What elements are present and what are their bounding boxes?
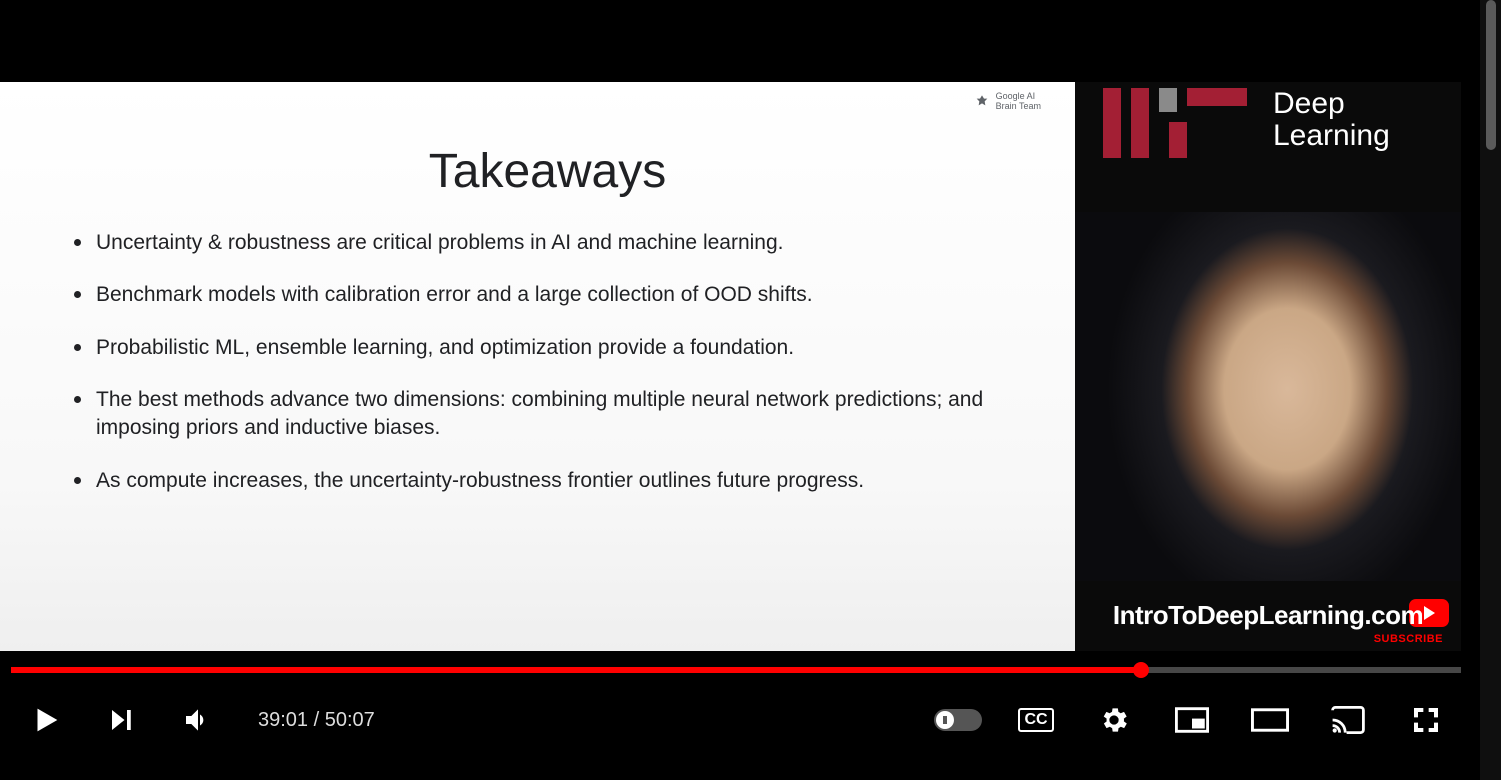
settings-button[interactable] (1090, 696, 1138, 744)
speaker-webcam-panel: Deep Learning IntroToDeepLearning.com SU… (1075, 82, 1461, 651)
miniplayer-icon (1175, 706, 1209, 734)
captions-button[interactable]: CC (1012, 696, 1060, 744)
slide-brand-header: Google AI Brain Team (974, 92, 1041, 112)
theater-icon (1251, 707, 1289, 733)
video-frame[interactable]: Google AI Brain Team Takeaways Uncertain… (0, 82, 1461, 651)
page-scrollbar-thumb[interactable] (1486, 0, 1496, 150)
seek-bar[interactable] (11, 667, 1461, 673)
mit-logo-icon (1103, 88, 1247, 158)
list-item: As compute increases, the uncertainty-ro… (74, 467, 1035, 495)
google-ai-icon (974, 94, 990, 110)
next-icon (107, 705, 137, 735)
slide-header-line2: Brain Team (996, 102, 1041, 112)
play-button[interactable] (22, 696, 70, 744)
next-button[interactable] (98, 696, 146, 744)
course-url: IntroToDeepLearning.com (1075, 600, 1461, 631)
fullscreen-button[interactable] (1402, 696, 1450, 744)
play-icon (29, 700, 63, 740)
player-controls: 39:01 / 50:07 CC (0, 680, 1472, 760)
cc-icon: CC (1018, 708, 1053, 732)
fullscreen-icon (1410, 704, 1442, 736)
list-item: Probabilistic ML, ensemble learning, and… (74, 334, 1035, 362)
speaker-face (1075, 212, 1461, 581)
time-display: 39:01 / 50:07 (258, 709, 375, 732)
list-item: The best methods advance two dimensions:… (74, 386, 1035, 443)
list-item: Benchmark models with calibration error … (74, 281, 1035, 309)
cast-icon (1331, 706, 1365, 734)
video-player: Google AI Brain Team Takeaways Uncertain… (0, 0, 1480, 780)
subscribe-label: SUBSCRIBE (1374, 633, 1443, 645)
miniplayer-button[interactable] (1168, 696, 1216, 744)
slide-bullet-list: Uncertainty & robustness are critical pr… (60, 229, 1035, 495)
gear-icon (1098, 704, 1130, 736)
presentation-slide: Google AI Brain Team Takeaways Uncertain… (0, 82, 1075, 651)
page-scrollbar-track[interactable] (1480, 0, 1501, 780)
mit-logo-block: Deep Learning (1103, 88, 1390, 158)
list-item: Uncertainty & robustness are critical pr… (74, 229, 1035, 257)
seek-bar-played (11, 667, 1141, 673)
volume-icon (182, 704, 214, 736)
cast-button[interactable] (1324, 696, 1372, 744)
slide-title: Takeaways (60, 144, 1035, 199)
seek-scrubber[interactable] (1133, 662, 1149, 678)
theater-button[interactable] (1246, 696, 1294, 744)
brand-text: Deep Learning (1273, 88, 1390, 151)
volume-button[interactable] (174, 696, 222, 744)
autoplay-toggle[interactable] (934, 696, 982, 744)
